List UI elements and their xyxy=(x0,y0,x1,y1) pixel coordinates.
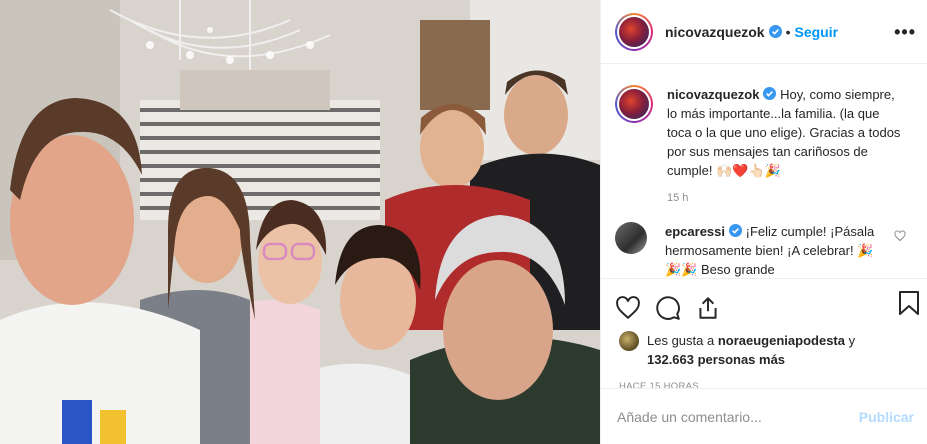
caption-timestamp[interactable]: 15 h xyxy=(667,192,927,204)
liker-avatar[interactable] xyxy=(619,331,639,351)
verified-badge-icon xyxy=(768,25,782,38)
post-details-panel: nicovazquezok • Seguir ••• nicovazquezok… xyxy=(600,0,927,444)
comment-text-block: epcaressi ¡Feliz cumple! ¡Pásala hermosa… xyxy=(665,222,885,277)
avatar[interactable] xyxy=(615,12,653,51)
caption-username[interactable]: nicovazquezok xyxy=(667,87,759,102)
caption-avatar[interactable] xyxy=(615,85,653,123)
author-username[interactable]: nicovazquezok xyxy=(665,24,765,40)
caption-text-block: nicovazquezok Hoy, como siempre, lo más … xyxy=(667,85,907,180)
comment-username[interactable]: epcaressi xyxy=(665,224,725,239)
publish-button[interactable]: Publicar xyxy=(859,409,914,425)
comments-list[interactable]: nicovazquezok Hoy, como siempre, lo más … xyxy=(601,65,927,277)
like-heart-icon[interactable] xyxy=(615,295,641,321)
likes-prefix: Les gusta a xyxy=(647,333,715,348)
likes-text: Les gusta a noraeugeniapodesta y 132.663… xyxy=(647,331,855,369)
verified-badge-icon xyxy=(729,224,742,237)
follow-button[interactable]: Seguir xyxy=(795,24,839,40)
comment-icon[interactable] xyxy=(655,295,681,321)
likes-summary: Les gusta a noraeugeniapodesta y 132.663… xyxy=(601,327,927,369)
more-options-icon[interactable]: ••• xyxy=(894,22,916,43)
separator-dot: • xyxy=(785,23,791,40)
post-header: nicovazquezok • Seguir ••• xyxy=(601,0,927,64)
likes-count[interactable]: 132.663 personas más xyxy=(647,352,785,367)
post-photo[interactable] xyxy=(0,0,600,444)
likes-conj: y xyxy=(848,333,856,348)
comment-input[interactable] xyxy=(617,408,859,425)
share-icon[interactable] xyxy=(695,295,721,321)
verified-badge-icon xyxy=(763,87,777,100)
add-comment-bar: Publicar xyxy=(601,388,927,444)
comment-item: epcaressi ¡Feliz cumple! ¡Pásala hermosa… xyxy=(601,204,927,277)
family-photo-illustration xyxy=(0,0,600,444)
action-icons xyxy=(601,279,927,327)
post-caption: nicovazquezok Hoy, como siempre, lo más … xyxy=(601,65,927,180)
like-comment-heart-icon[interactable] xyxy=(894,230,906,242)
comment-avatar[interactable] xyxy=(615,222,647,254)
liker-username[interactable]: noraeugeniapodesta xyxy=(718,333,845,348)
bookmark-icon[interactable] xyxy=(898,290,920,316)
